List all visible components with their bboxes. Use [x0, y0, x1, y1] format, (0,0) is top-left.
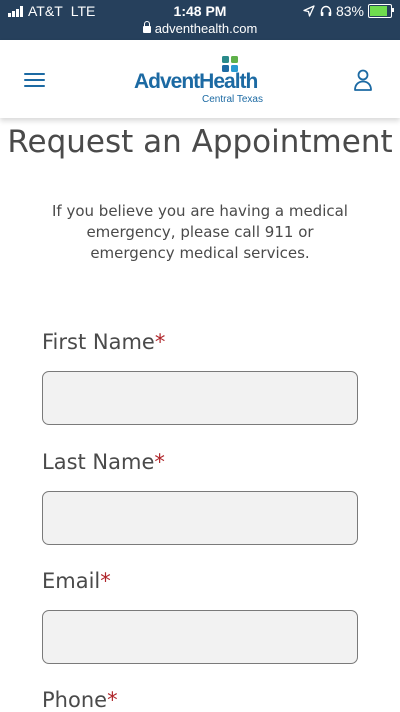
required-marker: *: [100, 569, 111, 593]
first-name-label: First Name*: [42, 330, 165, 354]
status-bar-right: 83%: [303, 3, 394, 19]
emergency-notice: If you believe you are having a medical …: [52, 202, 348, 262]
url-text: adventhealth.com: [154, 21, 258, 36]
email-input[interactable]: [42, 610, 358, 664]
site-header: AdventHealth Central Texas: [0, 40, 400, 118]
last-name-input[interactable]: [42, 491, 358, 545]
last-name-label: Last Name*: [42, 450, 165, 474]
phone-label: Phone*: [42, 688, 118, 712]
page-title: Request an Appointment: [7, 124, 393, 160]
first-name-label-text: First Name: [42, 330, 155, 354]
phone-label-text: Phone: [42, 688, 108, 712]
logo-wordmark: AdventHealth: [134, 70, 258, 93]
logo-subtitle: Central Texas: [202, 94, 263, 105]
battery-percent: 83%: [335, 3, 364, 19]
user-account-icon[interactable]: [353, 69, 373, 91]
email-label-text: Email: [42, 569, 101, 593]
hamburger-menu-icon[interactable]: [24, 73, 45, 87]
last-name-label-text: Last Name: [42, 450, 155, 474]
location-icon: [303, 5, 315, 17]
status-bar: AT&T LTE 1:48 PM adventhealth.com 83%: [0, 0, 400, 40]
adventhealth-logo[interactable]: AdventHealth Central Texas: [134, 54, 274, 106]
lock-icon: [142, 21, 151, 33]
battery-icon: [368, 4, 394, 18]
required-marker: *: [154, 330, 166, 354]
address-bar[interactable]: adventhealth.com: [0, 21, 400, 36]
required-marker: *: [154, 450, 165, 474]
first-name-input[interactable]: [42, 371, 358, 425]
headphones-icon: [320, 5, 332, 16]
email-label: Email*: [42, 569, 111, 593]
required-marker: *: [107, 688, 118, 712]
